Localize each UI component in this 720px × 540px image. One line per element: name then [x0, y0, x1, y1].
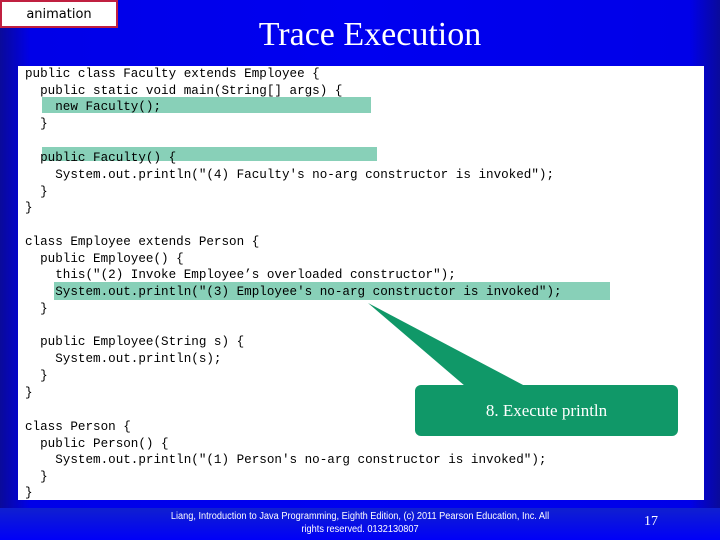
- code-line: public class Faculty extends Employee {: [25, 67, 320, 81]
- page-number: 17: [644, 514, 658, 529]
- code-line: }: [25, 117, 48, 131]
- code-line: }: [25, 185, 48, 199]
- footer-line-2: rights reserved. 0132130807: [301, 524, 419, 535]
- code-line: public static void main(String[] args) {: [25, 84, 343, 98]
- code-line: class Person {: [25, 420, 131, 434]
- code-line: System.out.println("(4) Faculty's no-arg…: [25, 168, 555, 182]
- callout-box: 8. Execute println: [415, 385, 678, 436]
- footer-copyright: Liang, Introduction to Java Programming,…: [148, 510, 571, 536]
- code-line: new Faculty();: [25, 100, 162, 114]
- code-line: public Employee() {: [25, 252, 184, 266]
- code-line: class Employee extends Person {: [25, 235, 260, 249]
- code-line: }: [25, 369, 48, 383]
- code-line: }: [25, 302, 48, 316]
- code-line: System.out.println(s);: [25, 352, 222, 366]
- code-line: System.out.println("(3) Employee's no-ar…: [25, 285, 562, 299]
- code-line: this("(2) Invoke Employee’s overloaded c…: [25, 268, 456, 282]
- code-line: System.out.println("(1) Person's no-arg …: [25, 453, 547, 467]
- code-line: }: [25, 470, 48, 484]
- code-line: public Employee(String s) {: [25, 335, 245, 349]
- code-line: public Faculty() {: [25, 151, 177, 165]
- code-line: public Person() {: [25, 437, 169, 451]
- code-line: }: [25, 386, 33, 400]
- slide-title: Trace Execution: [258, 16, 482, 53]
- footer-line-1: Liang, Introduction to Java Programming,…: [170, 511, 550, 522]
- code-line: }: [25, 486, 33, 500]
- code-line: }: [25, 201, 33, 215]
